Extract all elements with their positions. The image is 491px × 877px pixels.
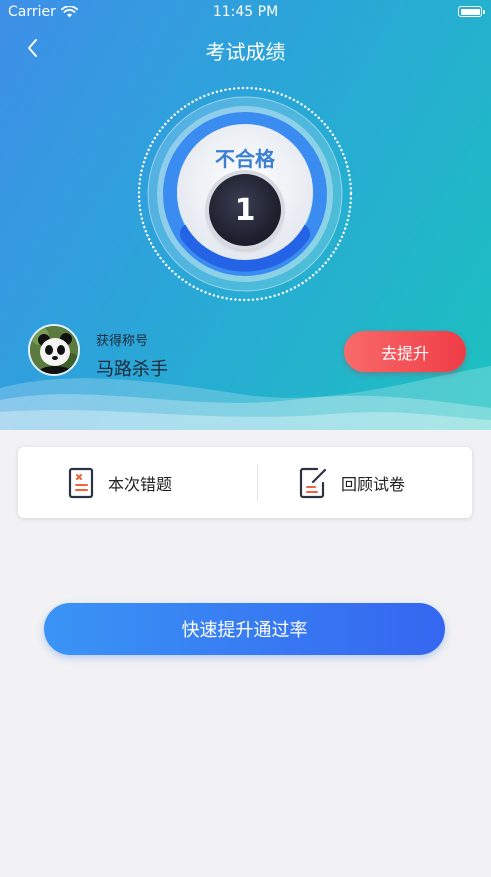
score-value: 1 xyxy=(209,174,281,246)
clock: 11:45 PM xyxy=(212,4,279,20)
avatar xyxy=(28,324,80,376)
action-card: 本次错题 回顾试卷 xyxy=(18,447,472,518)
improve-pass-rate-button[interactable]: 快速提升通过率 xyxy=(44,603,445,655)
status-bar: Carrier 11:45 PM xyxy=(0,0,491,24)
review-paper-edit-icon xyxy=(299,467,327,498)
page-title: 考试成绩 xyxy=(205,40,286,64)
result-status: 不合格 xyxy=(215,147,275,171)
review-paper-button[interactable]: 回顾试卷 xyxy=(299,447,405,518)
wrong-questions-label: 本次错题 xyxy=(108,474,173,494)
wrong-questions-doc-icon xyxy=(68,467,94,498)
earned-title-label: 获得称号 xyxy=(96,334,149,349)
card-divider xyxy=(257,464,258,501)
battery-icon xyxy=(458,6,485,17)
earned-title-value: 马路杀手 xyxy=(96,359,168,380)
review-paper-label: 回顾试卷 xyxy=(341,474,406,494)
wrong-questions-button[interactable]: 本次错题 xyxy=(68,447,172,518)
panda-avatar-image xyxy=(30,326,78,374)
improve-button[interactable]: 去提升 xyxy=(344,331,466,372)
